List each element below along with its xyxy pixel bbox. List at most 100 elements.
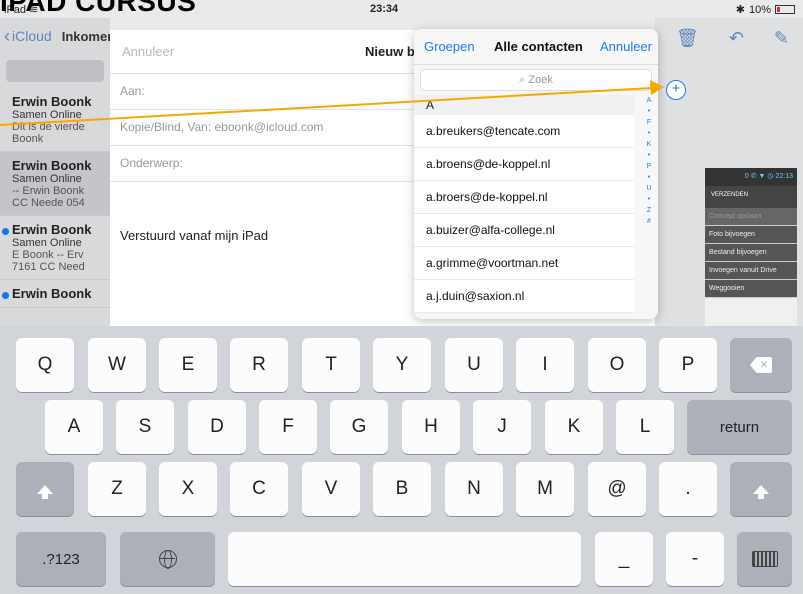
shift-icon xyxy=(753,484,769,499)
space-key[interactable] xyxy=(228,532,581,586)
add-contact-plus-icon[interactable]: + xyxy=(666,80,686,100)
index-letter[interactable]: Z xyxy=(647,205,651,216)
groups-button[interactable]: Groepen xyxy=(424,39,475,54)
key-x[interactable]: X xyxy=(159,462,217,516)
key-s[interactable]: S xyxy=(116,400,174,454)
android-send: VERZENDEN xyxy=(705,186,797,208)
mail-preview: E Boonk -- Erv xyxy=(12,249,84,261)
key-p[interactable]: P xyxy=(659,338,717,392)
key-dash[interactable]: - xyxy=(666,532,724,586)
mail-preview: CC Neede 054 xyxy=(12,197,85,209)
android-option: Weggooien xyxy=(705,280,797,298)
key-h[interactable]: H xyxy=(402,400,460,454)
back-button[interactable]: iCloud xyxy=(12,28,52,44)
android-statusbar: 0 ✆ ▼ ◷ 22:13 xyxy=(705,168,797,186)
key-o[interactable]: O xyxy=(588,338,646,392)
hide-keyboard-key[interactable] xyxy=(737,532,792,586)
index-letter[interactable]: K xyxy=(647,139,652,150)
contact-row[interactable]: a.buizer@alfa-college.nl xyxy=(414,214,634,247)
index-letter[interactable]: P xyxy=(647,161,652,172)
key-d[interactable]: D xyxy=(188,400,246,454)
mail-preview: Dit is de vierde xyxy=(12,121,85,133)
mail-item[interactable]: Erwin Boonk Samen Online -- Erwin Boonk … xyxy=(0,152,110,216)
contact-search-input[interactable]: ⌕ Zoek xyxy=(420,69,652,91)
shift-key-left[interactable] xyxy=(16,462,74,516)
contact-row[interactable]: a.broers@de-koppel.nl xyxy=(414,181,634,214)
numbers-key[interactable]: .?123 xyxy=(16,532,106,586)
index-dot[interactable]: • xyxy=(648,106,650,117)
language-key[interactable] xyxy=(120,532,215,586)
android-option: Foto bijvoegen xyxy=(705,226,797,244)
index-letter[interactable]: # xyxy=(647,216,651,227)
contact-row[interactable]: a.broens@de-koppel.nl xyxy=(414,148,634,181)
compose-cancel-button[interactable]: Annuleer xyxy=(122,44,174,59)
mail-item[interactable]: Erwin Boonk Samen Online E Boonk -- Erv … xyxy=(0,216,110,280)
key-r[interactable]: R xyxy=(230,338,288,392)
contact-row[interactable]: a.breukers@tencate.com xyxy=(414,115,634,148)
mail-item[interactable]: Erwin Boonk Samen Online Dit is de vierd… xyxy=(0,88,110,152)
compose-icon[interactable]: ✎ xyxy=(774,28,789,49)
contacts-popover: Groepen Alle contacten Annuleer ⌕ Zoek A… xyxy=(414,29,658,319)
key-q[interactable]: Q xyxy=(16,338,74,392)
key-a[interactable]: A xyxy=(45,400,103,454)
globe-icon xyxy=(158,550,177,569)
bluetooth-icon: ✱ xyxy=(735,4,745,16)
clock: 23:34 xyxy=(370,3,399,15)
index-dot[interactable]: • xyxy=(648,150,650,161)
key-f[interactable]: F xyxy=(259,400,317,454)
key-v[interactable]: V xyxy=(302,462,360,516)
key-u[interactable]: U xyxy=(445,338,503,392)
return-key[interactable]: return xyxy=(687,400,792,454)
reply-icon[interactable]: ↶ xyxy=(729,28,744,49)
android-option: Invoegen vanuit Drive xyxy=(705,262,797,280)
key-y[interactable]: Y xyxy=(373,338,431,392)
key-m[interactable]: M xyxy=(516,462,574,516)
key-c[interactable]: C xyxy=(230,462,288,516)
contact-row[interactable]: a.grimme@voortman.net xyxy=(414,247,634,280)
key-n[interactable]: N xyxy=(445,462,503,516)
key-w[interactable]: W xyxy=(88,338,146,392)
key-z[interactable]: Z xyxy=(88,462,146,516)
popover-title: Alle contacten xyxy=(494,39,583,54)
mail-item[interactable]: Erwin Boonk xyxy=(0,280,110,308)
battery-icon xyxy=(775,5,795,14)
index-letter[interactable]: F xyxy=(647,117,651,128)
index-dot[interactable]: • xyxy=(648,194,650,205)
mail-preview: Boonk xyxy=(12,133,44,145)
key-t[interactable]: T xyxy=(302,338,360,392)
battery-percent: 10% xyxy=(748,3,771,16)
index-letter[interactable]: A xyxy=(647,95,652,106)
key-e[interactable]: E xyxy=(159,338,217,392)
mail-from: Erwin Boonk xyxy=(12,286,92,301)
contact-row[interactable]: a.j.duin@saxion.nl xyxy=(414,280,634,313)
popover-cancel-button[interactable]: Annuleer xyxy=(600,39,652,54)
index-dot[interactable]: • xyxy=(648,128,650,139)
backspace-key[interactable]: ✕ xyxy=(730,338,792,392)
key-at[interactable]: @ xyxy=(588,462,646,516)
key-period[interactable]: . xyxy=(659,462,717,516)
unread-dot-icon xyxy=(2,228,9,235)
back-chevron-icon[interactable]: ‹ xyxy=(4,26,10,47)
key-j[interactable]: J xyxy=(473,400,531,454)
onscreen-keyboard: Q W E R T Y U I O P ✕ A S D F G H J K L … xyxy=(0,326,803,594)
mail-preview: -- Erwin Boonk xyxy=(12,185,85,197)
key-g[interactable]: G xyxy=(330,400,388,454)
key-i[interactable]: I xyxy=(516,338,574,392)
key-l[interactable]: L xyxy=(616,400,674,454)
mail-toolbar: 🗑 ↶ ✎ xyxy=(655,18,803,59)
android-option: Bestand bijvoegen xyxy=(705,244,797,262)
shift-key-right[interactable] xyxy=(730,462,792,516)
section-index[interactable]: A • F • K • P • U • Z # xyxy=(642,95,656,227)
key-underscore[interactable]: _ xyxy=(595,532,653,586)
search-icon: ⌕ xyxy=(519,74,526,86)
mail-subject: Samen Online xyxy=(12,237,82,249)
android-screenshot-overlay: 0 ✆ ▼ ◷ 22:13 VERZENDEN Concept opslaan … xyxy=(705,168,797,328)
mail-preview: 7161 CC Need xyxy=(12,261,85,273)
key-k[interactable]: K xyxy=(545,400,603,454)
android-option: Concept opslaan xyxy=(705,208,797,226)
trash-icon[interactable]: 🗑 xyxy=(676,28,699,49)
index-letter[interactable]: U xyxy=(646,183,651,194)
mailbox-search[interactable] xyxy=(6,60,104,82)
index-dot[interactable]: • xyxy=(648,172,650,183)
key-b[interactable]: B xyxy=(373,462,431,516)
